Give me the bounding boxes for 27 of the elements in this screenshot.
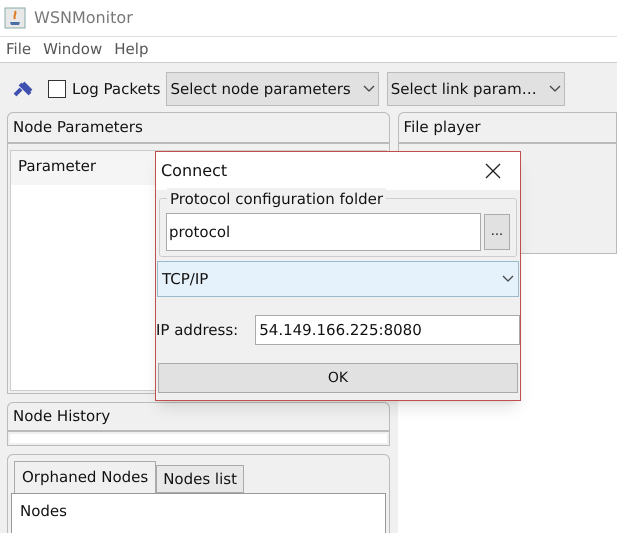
menu-item[interactable]: File <box>6 38 32 61</box>
plug-icon[interactable] <box>12 80 34 98</box>
group-title: Protocol configuration folder <box>167 188 386 210</box>
field-label: IP address: <box>156 320 238 341</box>
menu-item[interactable]: Help <box>114 38 148 61</box>
chevron-down-icon <box>548 85 561 93</box>
panel-title: Node Parameters <box>8 113 389 144</box>
node-parameters-dropdown[interactable]: Select node parameters <box>166 72 379 106</box>
tab[interactable]: Orphaned Nodes <box>14 461 156 493</box>
folder-field[interactable]: protocol <box>166 213 481 251</box>
ip-address-field[interactable]: 54.149.166.225:8080 <box>255 315 520 345</box>
list-header: Nodes <box>20 502 67 520</box>
link-parameters-dropdown[interactable]: Select link param… <box>386 72 565 106</box>
chevron-down-icon <box>502 275 514 283</box>
browse-button[interactable]: ... <box>484 214 510 250</box>
chevron-down-icon <box>362 85 375 93</box>
checkbox-label: Log Packets <box>72 78 160 100</box>
tab[interactable]: Nodes list <box>156 465 244 493</box>
panel-title: Node History <box>8 403 389 432</box>
window-title: WSNMonitor <box>34 7 133 29</box>
checkbox[interactable] <box>48 80 66 98</box>
app-icon <box>4 7 26 29</box>
close-icon[interactable] <box>485 163 501 179</box>
protocol-dropdown[interactable]: TCP/IP <box>157 261 519 297</box>
ok-button[interactable]: OK <box>158 363 518 393</box>
menu-item[interactable]: Window <box>43 38 102 61</box>
dialog-title: Connect <box>161 160 228 182</box>
